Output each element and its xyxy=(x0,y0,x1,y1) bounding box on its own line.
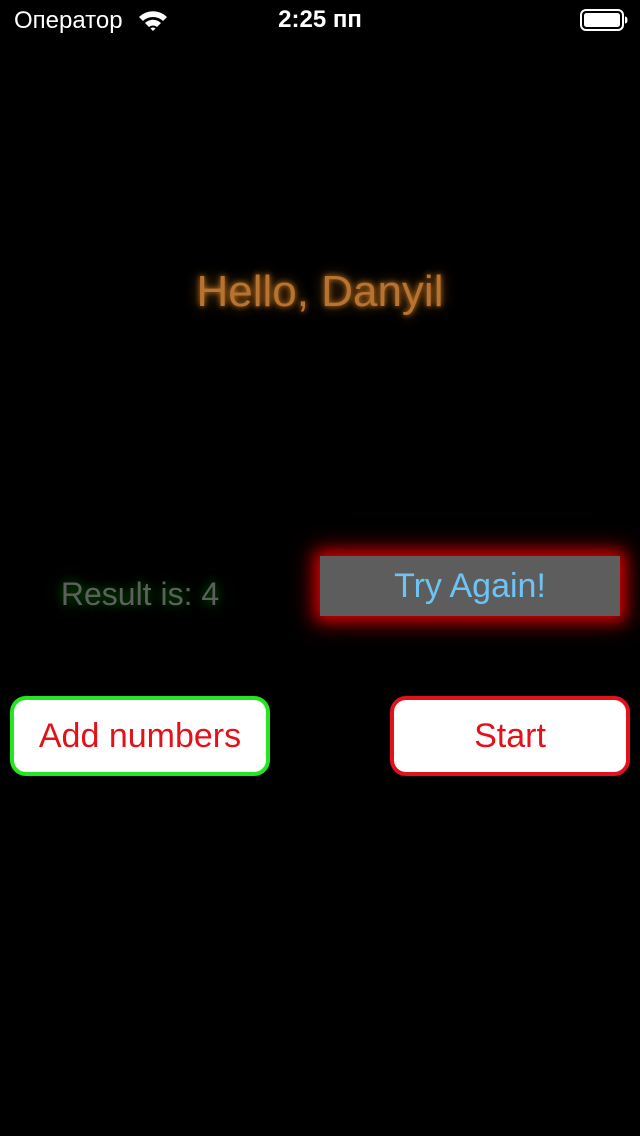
try-again-button[interactable]: Try Again! xyxy=(320,556,620,616)
greeting-label: Hello, Danyil xyxy=(196,267,444,316)
battery-icon xyxy=(580,9,628,31)
status-bar: Оператор 2:25 пп xyxy=(0,0,640,40)
status-time: 2:25 пп xyxy=(278,6,362,33)
result-label: Result is: 4 xyxy=(60,576,220,612)
add-numbers-button[interactable]: Add numbers xyxy=(10,696,270,776)
start-button[interactable]: Start xyxy=(390,696,630,776)
